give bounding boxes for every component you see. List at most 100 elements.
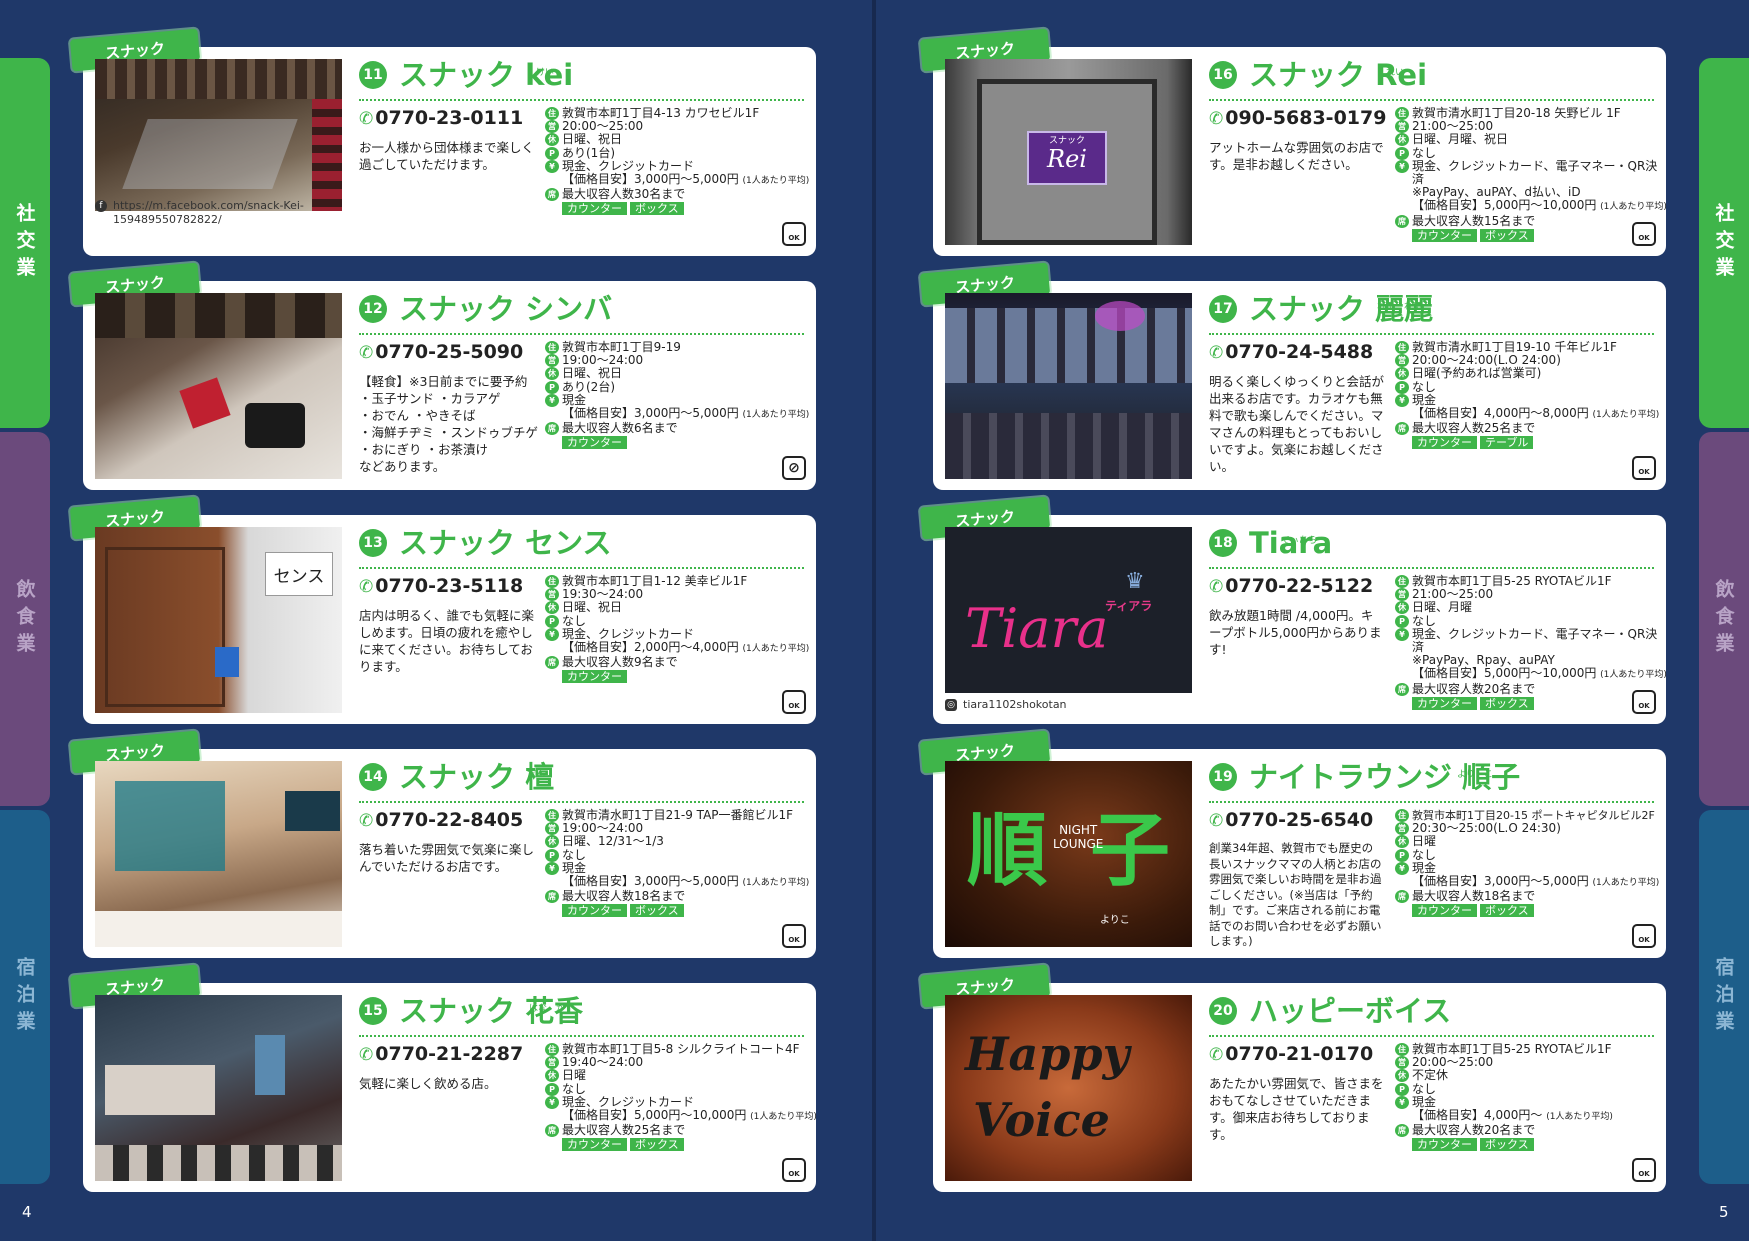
shop-photo: ♛ ティアラ Tiara <box>945 527 1192 693</box>
instagram-handle[interactable]: tiara1102shokotan <box>963 698 1067 712</box>
phone-icon: ✆ <box>359 109 374 129</box>
hours-icon: 営 <box>545 1056 559 1070</box>
tab-stay-right[interactable]: 宿泊業 <box>1699 810 1749 1184</box>
shop-details: 住敦賀市清水町1丁目20-18 矢野ビル 1F 営 21:00〜25:00 休日曜… <box>1395 106 1667 242</box>
listing-card-14[interactable]: スナック 14 スナック 檀だん ✆ 0770-22-8405 落ち着いた雰囲気で… <box>69 730 816 958</box>
tab-social-right[interactable]: 社交業 <box>1699 58 1749 428</box>
shop-photo <box>95 995 342 1181</box>
closed-days: 日曜、祝日 <box>562 366 623 381</box>
page-number-right: 5 <box>1719 1203 1729 1221</box>
page-number-left: 4 <box>22 1203 32 1221</box>
phone-icon: ✆ <box>359 577 374 597</box>
shop-name: スナック 檀だん <box>399 759 554 795</box>
shop-description: 店内は明るく、誰でも気軽に楽しめます。日頃の疲れを癒やしに来てください。お待ちし… <box>359 608 535 674</box>
price-range: 【価格目安】3,000円〜5,000円 (1人あたり平均) <box>562 874 810 889</box>
shop-description: あたたかい雰囲気で、皆さまをおもてなしさせていただきます。御来店お待ちしておりま… <box>1209 1076 1384 1142</box>
seat-counter: カウンター <box>1412 436 1477 450</box>
hours-icon: 営 <box>545 120 559 134</box>
night-text: NIGHT <box>1059 823 1098 837</box>
happy-text: Happy <box>965 1027 1130 1081</box>
shop-description: 明るく楽しくゆっくりと会話が出来るお店です。カラオケも無料で歌も楽しんでください… <box>1209 374 1385 474</box>
facebook-url[interactable]: https://m.facebook.com/snack-Kei-1594895… <box>113 199 345 227</box>
phone-icon: ✆ <box>1209 109 1224 129</box>
phone-icon: ✆ <box>1209 811 1224 831</box>
seat-icon: 席 <box>545 422 559 436</box>
payment-icon: ¥ <box>1395 159 1409 173</box>
address-icon: 住 <box>545 809 559 822</box>
listing-card-12[interactable]: スナック 12 スナック シンバ ✆ 0770-25-5090 【軽食】※3日前ま… <box>69 262 816 490</box>
address-icon: 住 <box>545 1043 559 1056</box>
instagram-link[interactable]: ◎ tiara1102shokotan <box>945 698 1195 712</box>
junko-kana: よりこ <box>1100 915 1130 926</box>
tab-food-right[interactable]: 飲食業 <box>1699 432 1749 806</box>
listing-card-18[interactable]: スナック ♛ ティアラ Tiara ◎ tiara1102shokotan 18 … <box>919 496 1667 724</box>
shop-details: 住敦賀市本町1丁目20-15 ポートキャピタルビル2F 営 20:30〜25:00… <box>1395 809 1660 918</box>
seat-box: ボックス <box>630 904 684 918</box>
name-ruby: だん <box>527 770 546 780</box>
hours-icon: 営 <box>545 822 559 836</box>
closed-days: 日曜、月曜、祝日 <box>1412 132 1509 147</box>
phone-number[interactable]: ✆ 0770-24-5488 <box>1209 341 1373 363</box>
price-range: 【価格目安】3,000円〜5,000円 (1人あたり平均) <box>1412 874 1660 889</box>
closed-days: 日曜 <box>562 1068 587 1083</box>
seat-counter: カウンター <box>562 1138 627 1152</box>
closed-days: 日曜 <box>1412 834 1437 849</box>
address-icon: 住 <box>1395 107 1409 120</box>
closed-icon: 休 <box>545 133 559 147</box>
phone-number[interactable]: ✆ 0770-25-5090 <box>359 341 523 363</box>
listing-card-13[interactable]: スナック センス 13 スナック センス ✆ 0770-23-5118 店内は明る… <box>69 496 816 724</box>
shop-photo: 順 子 NIGHT LOUNGE よりこ <box>945 761 1192 947</box>
facebook-link[interactable]: f https://m.facebook.com/snack-Kei-159489… <box>95 199 345 227</box>
name-ruby: てぃあら <box>1281 536 1318 546</box>
listing-card-20[interactable]: スナック Happy Voice 20 ハッピーボイス ✆ 0770-21-017… <box>919 964 1666 1192</box>
payment-icon: ¥ <box>1395 861 1409 875</box>
name-ruby: はな か <box>529 1004 566 1014</box>
phone-icon: ✆ <box>1209 343 1224 363</box>
shop-name: スナック シンバ <box>399 292 613 326</box>
shop-photo <box>945 293 1192 479</box>
phone-number[interactable]: ✆ 0770-23-0111 <box>359 107 523 129</box>
listing-card-19[interactable]: スナック 順 子 NIGHT LOUNGE よりこ 19 ナイトラウンジ 順子 より… <box>919 730 1666 958</box>
tab-social-left[interactable]: 社交業 <box>0 58 50 428</box>
phone-number[interactable]: ✆ 0770-23-5118 <box>359 575 523 597</box>
shop-details: 住敦賀市清水町1丁目21-9 TAP一番館ビル1F 営 19:00〜24:00 休… <box>545 808 810 918</box>
capacity: 最大収容人数6名まで <box>562 421 678 436</box>
closed-icon: 休 <box>1395 1069 1409 1083</box>
phone-number[interactable]: ✆ 0770-22-8405 <box>359 809 523 831</box>
payment-icon: ¥ <box>1395 1095 1409 1109</box>
shop-name: スナック 麗麗 れい れい <box>1249 291 1433 327</box>
shop-photo: センス <box>95 527 342 713</box>
listing-card-16[interactable]: スナック スナック Rei 16 スナック Rei れい ✆ 090-5683-01… <box>919 28 1667 256</box>
tab-food-left[interactable]: 飲食業 <box>0 432 50 806</box>
seat-counter: カウンター <box>1412 904 1477 918</box>
parking: あり(2台) <box>562 379 615 394</box>
phone-number[interactable]: ✆ 0770-25-6540 <box>1209 809 1373 831</box>
seat-counter: カウンター <box>562 202 627 216</box>
shop-details: 住敦賀市清水町1丁目19-10 千年ビル1F 営 20:00〜24:00(L.O … <box>1395 340 1660 450</box>
name-ruby: れい <box>1386 68 1405 78</box>
phone-number[interactable]: ✆ 090-5683-0179 <box>1209 107 1386 129</box>
parking-icon: P <box>545 848 559 862</box>
closed-days: 日曜(予約あれば営業可) <box>1412 366 1542 381</box>
phone-number[interactable]: ✆ 0770-22-5122 <box>1209 575 1373 597</box>
shop-name: スナック kei けい <box>399 57 573 93</box>
phone-number[interactable]: ✆ 0770-21-2287 <box>359 1043 523 1065</box>
payment-icon: ¥ <box>545 861 559 875</box>
tab-stay-left[interactable]: 宿泊業 <box>0 810 50 1184</box>
address-icon: 住 <box>1395 575 1409 588</box>
phone-icon: ✆ <box>1209 577 1224 597</box>
divider <box>359 99 804 101</box>
listing-card-17[interactable]: スナック 17 スナック 麗麗 れい れい ✆ 0770-24-5488 明るく楽し… <box>919 262 1666 490</box>
divider <box>359 801 804 803</box>
listing-card-11[interactable]: スナック f https://m.facebook.com/snack-Kei-1… <box>69 28 816 256</box>
hours-icon: 営 <box>1395 120 1409 134</box>
listing-card-15[interactable]: スナック 15 スナック 花香 はな か ✆ 0770-21-2287 気軽に楽しく… <box>69 964 817 1192</box>
seat-icon: 席 <box>545 1124 559 1138</box>
price-range: 【価格目安】5,000円〜10,000円 (1人あたり平均) <box>1412 666 1667 681</box>
tiara-kana: ティアラ <box>1105 599 1153 613</box>
hours-icon: 営 <box>1395 588 1409 602</box>
payment-icon: ¥ <box>545 393 559 407</box>
takeout-ok-icon: OK <box>1632 222 1656 246</box>
phone-number[interactable]: ✆ 0770-21-0170 <box>1209 1043 1373 1065</box>
seat-counter: カウンター <box>1412 1138 1477 1152</box>
